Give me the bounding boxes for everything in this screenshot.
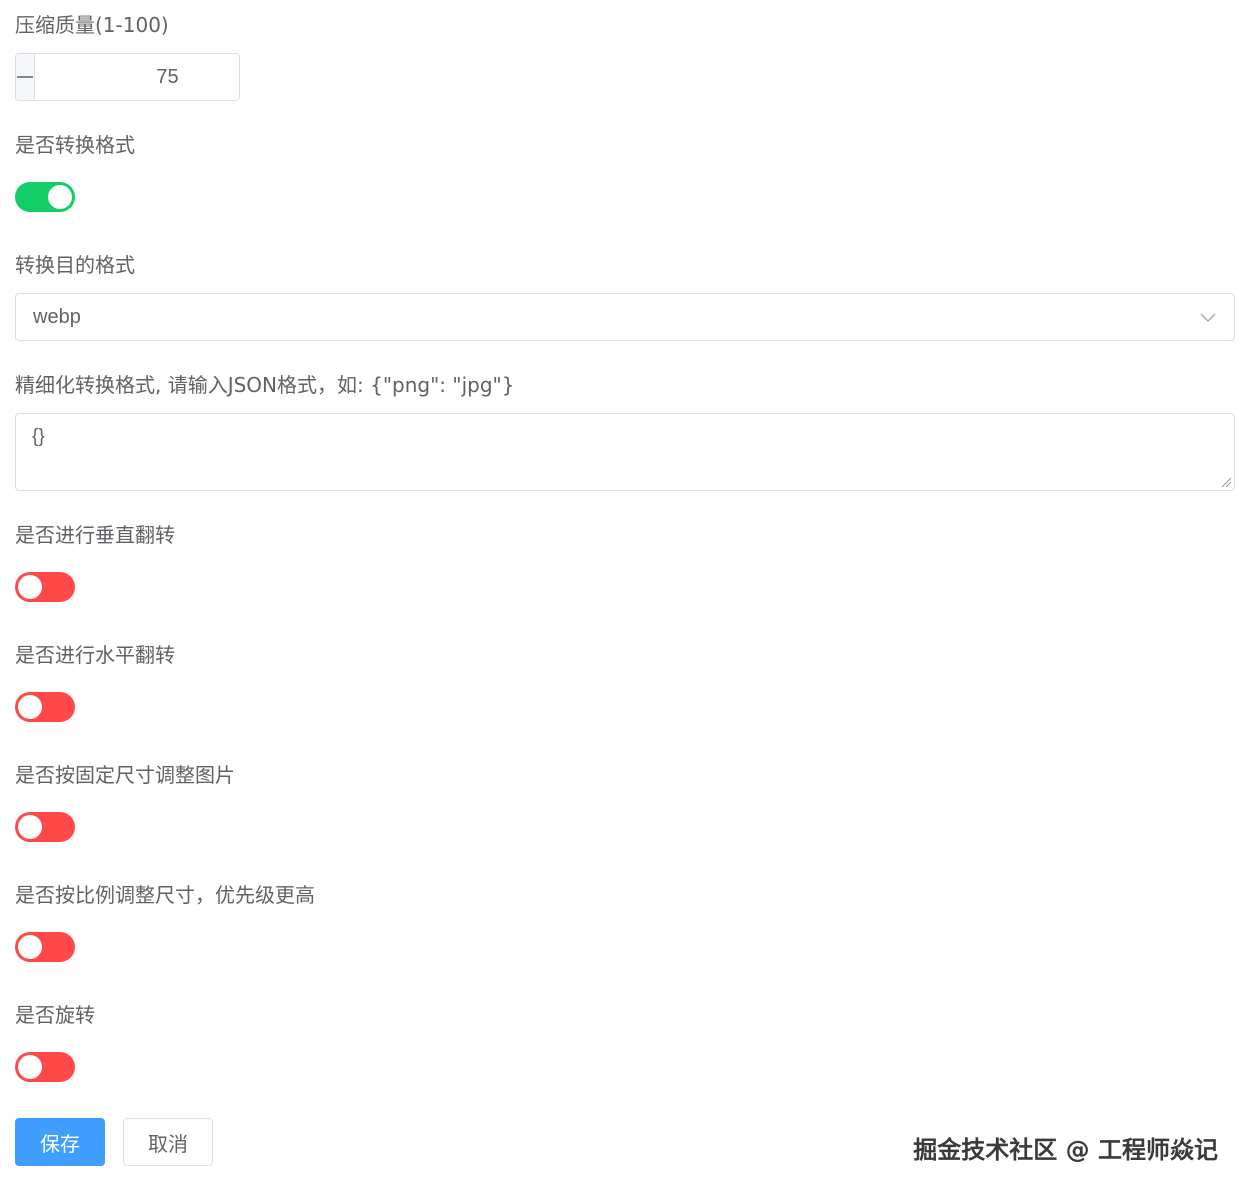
vertical-flip-switch[interactable]	[15, 572, 75, 602]
vertical-flip-label: 是否进行垂直翻转	[15, 523, 175, 547]
fine-format-field	[15, 413, 1235, 491]
resize-grip-icon[interactable]	[1220, 476, 1232, 488]
fine-format-textarea[interactable]	[16, 414, 1234, 490]
rotate-label: 是否旋转	[15, 1003, 95, 1027]
fine-format-label: 精细化转换格式, 请输入JSON格式，如: {"png": "jpg"}	[15, 373, 515, 397]
horizontal-flip-label: 是否进行水平翻转	[15, 643, 175, 667]
switch-knob	[48, 185, 72, 209]
horizontal-flip-switch[interactable]	[15, 692, 75, 722]
target-format-value: webp	[33, 305, 81, 328]
switch-knob	[18, 935, 42, 959]
watermark-text: 掘金技术社区 @ 工程师焱记	[913, 1136, 1218, 1164]
switch-knob	[18, 1055, 42, 1079]
switch-knob	[18, 575, 42, 599]
ratio-resize-label: 是否按比例调整尺寸，优先级更高	[15, 883, 315, 907]
rotate-switch[interactable]	[15, 1052, 75, 1082]
target-format-select[interactable]: webp	[15, 293, 1235, 341]
minus-icon	[17, 76, 33, 78]
cancel-button[interactable]: 取消	[123, 1118, 213, 1166]
ratio-resize-switch[interactable]	[15, 932, 75, 962]
switch-knob	[18, 695, 42, 719]
fixed-resize-label: 是否按固定尺寸调整图片	[15, 763, 235, 787]
quality-input[interactable]	[35, 54, 239, 100]
switch-knob	[18, 815, 42, 839]
quality-label: 压缩质量(1-100)	[15, 13, 169, 37]
target-format-label: 转换目的格式	[15, 253, 135, 277]
convert-label: 是否转换格式	[15, 133, 135, 157]
convert-switch[interactable]	[15, 182, 75, 212]
quality-decrease-button[interactable]	[16, 54, 35, 100]
fixed-resize-switch[interactable]	[15, 812, 75, 842]
chevron-down-icon	[1199, 308, 1217, 326]
save-button[interactable]: 保存	[15, 1118, 105, 1166]
quality-stepper	[15, 53, 240, 101]
